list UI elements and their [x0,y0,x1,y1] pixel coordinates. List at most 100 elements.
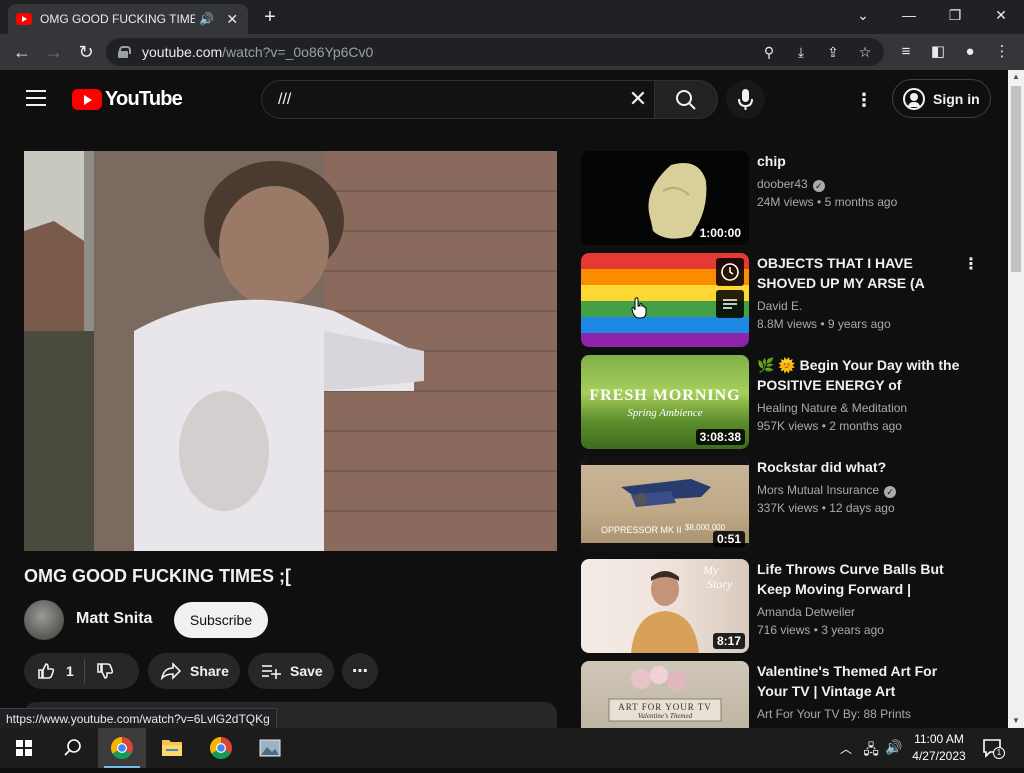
recommendation-item[interactable]: 1:00:00 chip doober43 ✓ 24M views • 5 mon… [581,151,991,247]
recommendation-title[interactable]: Valentine's Themed Art For Your TV | Vin… [757,661,961,701]
recommendation-item[interactable]: OPPRESSOR MK II $8,000,000 0:51 Rockstar… [581,457,991,553]
recommendation-title[interactable]: chip [757,151,961,171]
profile-icon[interactable]: ● [958,40,982,64]
recommendation-title[interactable]: 🌿 🌞 Begin Your Day with the POSITIVE ENE… [757,355,961,395]
thumbnail-caption: OPPRESSOR MK II [601,525,682,535]
chrome-icon [111,737,133,759]
network-icon[interactable]: 🖧 [860,739,882,763]
back-button[interactable]: ← [10,40,34,64]
volume-icon[interactable]: 🔊 [884,739,904,756]
share-button[interactable]: Share [148,653,240,689]
video-frame [24,151,557,551]
close-window-button[interactable]: ✕ [986,4,1016,28]
subscribe-button[interactable]: Subscribe [174,602,268,638]
recommendation-title[interactable]: Rockstar did what? [757,457,961,477]
scrollbar-thumb[interactable] [1011,86,1021,272]
thumbnail-caption: My [703,563,719,577]
video-thumbnail[interactable]: ART FOR YOUR TV Valentine's Themed [581,661,749,728]
search-input[interactable]: /// [261,80,655,119]
close-tab-icon[interactable]: ✕ [225,11,241,28]
video-thumbnail[interactable]: 1:00:00 [581,151,749,245]
restore-window-button[interactable]: ❐ [940,4,970,28]
taskbar-file-explorer[interactable] [148,728,196,768]
youtube-favicon-icon [16,13,32,25]
video-player[interactable] [24,151,557,551]
media-control-icon[interactable]: ≡ [894,40,918,64]
thumbnail-subcaption: Story [707,577,733,591]
save-button[interactable]: Save [248,653,334,689]
settings-more-icon[interactable]: ⋮ [854,88,874,112]
recommendation-channel[interactable]: Amanda Detweiler [757,605,855,619]
recommendation-channel[interactable]: Mors Mutual Insurance ✓ [757,483,897,498]
video-thumbnail[interactable] [581,253,749,347]
watch-later-icon[interactable] [716,258,744,286]
windows-logo-icon [16,740,32,756]
recommendation-channel[interactable]: Healing Nature & Meditation [757,401,907,415]
youtube-page: YouTube /// ✕ ⋮ Sign in OMG GOOD FUCKING… [0,70,1008,728]
bookmark-star-icon[interactable]: ☆ [856,43,874,61]
channel-avatar[interactable] [24,600,64,640]
thumbnail-caption: FRESH MORNING [589,387,741,404]
like-count: 1 [66,663,74,679]
voice-search-button[interactable] [726,80,765,119]
channel-name[interactable]: Matt Snita [76,610,152,628]
upload-age: 2 months ago [829,419,902,433]
recommendation-item[interactable]: My Story 8:17 Life Throws Curve Balls Bu… [581,559,991,655]
page-scrollbar[interactable]: ▲ ▼ [1008,70,1024,728]
dislike-button[interactable] [95,661,115,681]
taskbar-chrome-active[interactable] [98,728,146,768]
link-status-bubble: https://www.youtube.com/watch?v=6LvlG2dT… [0,708,277,728]
recommendation-title[interactable]: Life Throws Curve Balls But Keep Moving … [757,559,961,599]
side-panel-icon[interactable]: ◧ [926,40,950,64]
tray-chevron-icon[interactable]: ︿ [836,740,856,757]
add-to-queue-icon[interactable] [716,290,744,318]
more-actions-button[interactable]: ⋯ [342,653,378,689]
recommendation-channel[interactable]: David E. [757,299,802,313]
forward-button[interactable]: → [42,40,66,64]
speaker-icon[interactable]: 🔊 [199,12,215,26]
recommendation-item[interactable]: OBJECTS THAT I HAVE SHOVED UP MY ARSE (A… [581,253,991,349]
share-icon[interactable]: ⇪ [824,43,842,61]
youtube-logo[interactable]: YouTube [72,88,183,111]
recommendation-channel[interactable]: Art For Your TV By: 88 Prints [757,707,911,721]
search-button[interactable] [654,80,718,119]
start-button[interactable] [0,728,48,768]
view-count: 337K views [757,501,819,515]
clock-date[interactable]: 4/27/2023 [906,749,972,763]
reload-button[interactable]: ↻ [74,40,98,64]
video-thumbnail[interactable]: OPPRESSOR MK II $8,000,000 0:51 [581,457,749,551]
recommendation-item[interactable]: ART FOR YOUR TV Valentine's Themed Valen… [581,661,991,728]
clock-time[interactable]: 11:00 AM [906,732,972,746]
recommendation-item[interactable]: FRESH MORNING Spring Ambience 3:08:38 🌿 … [581,355,991,451]
browser-tab-active[interactable]: OMG GOOD FUCKING TIMES ;[ - YouTube 🔊 ✕ [8,4,248,34]
minimize-window-button[interactable]: — [894,4,924,28]
zoom-search-icon[interactable]: ⚲ [760,43,778,61]
clear-search-icon[interactable]: ✕ [627,88,649,110]
tab-search-icon[interactable]: ⌄ [848,4,878,28]
scroll-up-arrow-icon[interactable]: ▲ [1008,70,1024,84]
sign-in-button[interactable]: Sign in [892,79,991,118]
windows-taskbar: ︿ 🖧 🔊 11:00 AM 4/27/2023 1 [0,728,1024,768]
taskbar-search-button[interactable] [48,728,96,768]
video-duration: 3:08:38 [695,429,745,445]
guide-menu-icon[interactable] [26,90,46,106]
video-thumbnail[interactable]: FRESH MORNING Spring Ambience 3:08:38 [581,355,749,449]
scroll-down-arrow-icon[interactable]: ▼ [1008,714,1024,728]
verified-badge-icon: ✓ [812,180,825,192]
recommendation-title[interactable]: OBJECTS THAT I HAVE SHOVED UP MY ARSE (A… [757,253,961,293]
video-thumbnail[interactable]: My Story 8:17 [581,559,749,653]
like-button[interactable]: 1 [36,661,74,681]
lock-icon[interactable] [118,46,131,58]
taskbar-photo-app[interactable] [246,728,294,768]
share-arrow-icon [160,662,182,681]
recommendation-menu-icon[interactable]: ⋮ [963,253,979,277]
recommendation-meta: 957K views • 2 months ago [757,419,902,433]
chrome-menu-icon[interactable]: ⋮ [990,40,1014,64]
new-tab-button[interactable]: + [258,6,282,30]
install-app-icon[interactable]: ⤓ [792,43,810,61]
taskbar-chrome[interactable] [197,728,245,768]
recommendation-meta: 8.8M views • 9 years ago [757,317,891,331]
recommendation-channel[interactable]: doober43 ✓ [757,177,825,192]
address-bar[interactable]: youtube.com/watch?v=_0o86Yp6Cv0 ⚲ ⤓ ⇪ ☆ [106,38,884,66]
notification-center-button[interactable]: 1 [980,737,1005,759]
